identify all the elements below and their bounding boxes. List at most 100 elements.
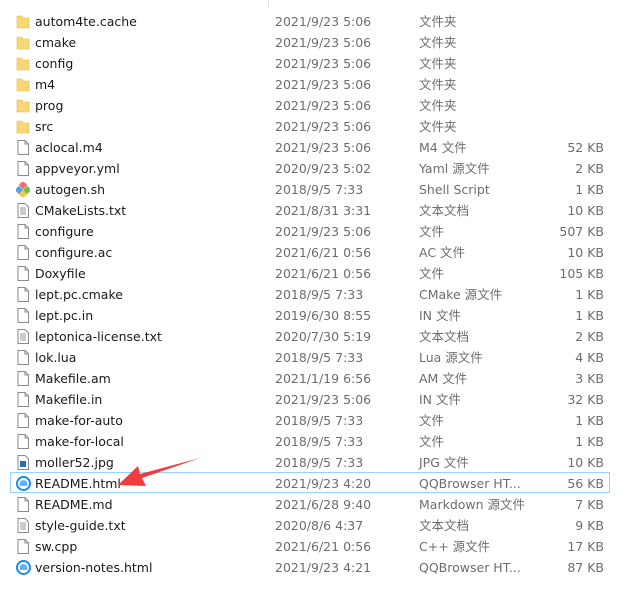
file-row[interactable]: aclocal.m4 2021/9/23 5:06 M4 文件 52 KB <box>10 136 610 157</box>
file-icon <box>16 308 30 323</box>
file-date: 2021/9/23 5:06 <box>275 14 372 29</box>
file-row[interactable]: autogen.sh 2018/9/5 7:33 Shell Script 1 … <box>10 178 610 199</box>
file-date: 2021/1/19 6:56 <box>275 371 372 386</box>
file-row[interactable]: make-for-auto 2018/9/5 7:33 文件 1 KB <box>10 409 610 430</box>
file-date: 2021/9/23 4:20 <box>275 476 372 491</box>
file-row[interactable]: Makefile.am 2021/1/19 6:56 AM 文件 3 KB <box>10 367 610 388</box>
file-date: 2021/9/23 5:06 <box>275 224 372 239</box>
browser-icon <box>16 560 31 575</box>
file-type: 文件 <box>419 266 445 281</box>
file-name: make-for-auto <box>35 413 123 428</box>
file-type: M4 文件 <box>419 140 467 155</box>
file-row[interactable]: moller52.jpg 2018/9/5 7:33 JPG 文件 10 KB <box>10 451 610 472</box>
file-type: AM 文件 <box>419 371 468 386</box>
file-row[interactable]: README.html 2021/9/23 4:20 QQBrowser HT.… <box>10 472 610 493</box>
file-row[interactable]: style-guide.txt 2020/8/6 4:37 文本文档 9 KB <box>10 514 610 535</box>
file-date: 2018/9/5 7:33 <box>275 350 364 365</box>
file-row[interactable]: CMakeLists.txt 2021/8/31 3:31 文本文档 10 KB <box>10 199 610 220</box>
file-row[interactable]: prog 2021/9/23 5:06 文件夹 <box>10 94 610 115</box>
file-name: make-for-local <box>35 434 124 449</box>
file-name: configure.ac <box>35 245 113 260</box>
file-type: 文件 <box>419 413 445 428</box>
file-size: 56 KB <box>567 476 604 491</box>
file-type: QQBrowser HT... <box>419 560 521 575</box>
file-type: 文件 <box>419 434 445 449</box>
file-name: aclocal.m4 <box>35 140 103 155</box>
folder-icon <box>16 35 30 50</box>
file-date: 2018/9/5 7:33 <box>275 182 364 197</box>
git-icon <box>14 180 32 199</box>
file-row[interactable]: lept.pc.cmake 2018/9/5 7:33 CMake 源文件 1 … <box>10 283 610 304</box>
file-name: lok.lua <box>35 350 77 365</box>
file-type: Shell Script <box>419 182 490 197</box>
file-row[interactable]: make-for-local 2018/9/5 7:33 文件 1 KB <box>10 430 610 451</box>
file-name: lept.pc.cmake <box>35 287 123 302</box>
file-date: 2021/9/23 4:21 <box>275 560 372 575</box>
folder-icon <box>16 119 30 134</box>
file-type: IN 文件 <box>419 392 462 407</box>
file-row[interactable]: cmake 2021/9/23 5:06 文件夹 <box>10 31 610 52</box>
file-row[interactable]: lok.lua 2018/9/5 7:33 Lua 源文件 4 KB <box>10 346 610 367</box>
file-row[interactable]: Makefile.in 2021/9/23 5:06 IN 文件 32 KB <box>10 388 610 409</box>
folder-icon <box>16 56 30 71</box>
file-date: 2018/9/5 7:33 <box>275 413 364 428</box>
file-date: 2021/9/23 5:06 <box>275 98 372 113</box>
file-row[interactable]: src 2021/9/23 5:06 文件夹 <box>10 115 610 136</box>
file-row[interactable]: config 2021/9/23 5:06 文件夹 <box>10 52 610 73</box>
file-size: 1 KB <box>575 287 604 302</box>
file-name: appveyor.yml <box>35 161 120 176</box>
file-date: 2018/9/5 7:33 <box>275 455 364 470</box>
file-name: config <box>35 56 74 71</box>
file-row[interactable]: sw.cpp 2021/6/21 0:56 C++ 源文件 17 KB <box>10 535 610 556</box>
file-name: CMakeLists.txt <box>35 203 127 218</box>
file-date: 2021/9/23 5:06 <box>275 119 372 134</box>
file-date: 2021/8/31 3:31 <box>275 203 372 218</box>
file-type: 文件 <box>419 224 445 239</box>
file-date: 2021/6/21 0:56 <box>275 245 372 260</box>
file-list: autom4te.cache 2021/9/23 5:06 文件夹 cmake … <box>10 10 610 577</box>
file-row[interactable]: autom4te.cache 2021/9/23 5:06 文件夹 <box>10 10 610 31</box>
file-date: 2021/6/21 0:56 <box>275 266 372 281</box>
file-type: 文本文档 <box>419 518 470 533</box>
file-row[interactable]: configure 2021/9/23 5:06 文件 507 KB <box>10 220 610 241</box>
file-date: 2019/6/30 8:55 <box>275 308 372 323</box>
file-icon <box>16 392 30 407</box>
text-file-icon <box>16 518 30 533</box>
column-divider <box>268 0 269 8</box>
file-row[interactable]: configure.ac 2021/6/21 0:56 AC 文件 10 KB <box>10 241 610 262</box>
file-row[interactable]: version-notes.html 2021/9/23 4:21 QQBrow… <box>10 556 610 577</box>
file-name: cmake <box>35 35 77 50</box>
file-type: JPG 文件 <box>419 455 469 470</box>
file-icon <box>16 140 30 155</box>
file-size: 105 KB <box>559 266 604 281</box>
file-type: 文本文档 <box>419 329 470 344</box>
file-name: style-guide.txt <box>35 518 126 533</box>
file-name: configure <box>35 224 94 239</box>
file-row[interactable]: m4 2021/9/23 5:06 文件夹 <box>10 73 610 94</box>
file-row[interactable]: Doxyfile 2021/6/21 0:56 文件 105 KB <box>10 262 610 283</box>
file-date: 2021/9/23 5:06 <box>275 140 372 155</box>
file-type: 文本文档 <box>419 203 470 218</box>
file-date: 2021/6/28 9:40 <box>275 497 372 512</box>
file-row[interactable]: README.md 2021/6/28 9:40 Markdown 源文件 7 … <box>10 493 610 514</box>
file-icon <box>16 371 30 386</box>
text-file-icon <box>16 329 30 344</box>
file-name: Makefile.in <box>35 392 103 407</box>
folder-icon <box>16 14 30 29</box>
file-row[interactable]: leptonica-license.txt 2020/7/30 5:19 文本文… <box>10 325 610 346</box>
browser-icon <box>16 476 31 491</box>
file-icon <box>16 434 30 449</box>
file-size: 87 KB <box>567 560 604 575</box>
file-size: 1 KB <box>575 182 604 197</box>
file-row[interactable]: lept.pc.in 2019/6/30 8:55 IN 文件 1 KB <box>10 304 610 325</box>
file-row[interactable]: appveyor.yml 2020/9/23 5:02 Yaml 源文件 2 K… <box>10 157 610 178</box>
file-name: Makefile.am <box>35 371 111 386</box>
file-size: 32 KB <box>567 392 604 407</box>
file-icon <box>16 287 30 302</box>
file-name: m4 <box>35 77 56 92</box>
file-date: 2018/9/5 7:33 <box>275 287 364 302</box>
file-name: autogen.sh <box>35 182 106 197</box>
file-date: 2021/9/23 5:06 <box>275 35 372 50</box>
file-type: Yaml 源文件 <box>419 161 490 176</box>
file-type: 文件夹 <box>419 77 457 92</box>
